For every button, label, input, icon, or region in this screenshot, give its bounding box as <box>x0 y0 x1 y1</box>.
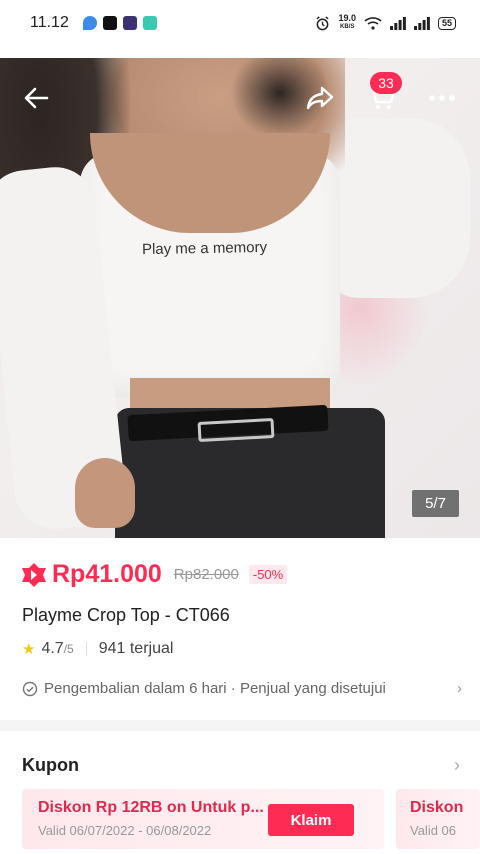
coupon-validity: Valid 06 <box>410 823 457 838</box>
sold-count: 941 terjual <box>98 640 174 657</box>
share-icon <box>306 86 334 110</box>
network-speed-value: 19.0 <box>338 13 356 23</box>
chevron-right-icon[interactable]: › <box>454 755 460 776</box>
rating-row[interactable]: ★ 4.7 /5 941 terjual <box>22 640 173 658</box>
more-options-button[interactable] <box>424 80 460 116</box>
chevron-right-icon: › <box>457 680 462 697</box>
status-time: 11.12 <box>30 14 69 31</box>
rating-scale: /5 <box>63 642 74 656</box>
divider <box>85 642 87 656</box>
cart-count-badge: 33 <box>370 72 402 94</box>
alarm-icon <box>316 15 330 30</box>
discount-badge: -50% <box>248 565 288 584</box>
notification-icons <box>82 16 157 30</box>
image-page-indicator: 5/7 <box>412 490 459 517</box>
back-button[interactable] <box>18 80 54 116</box>
system-indicators: 19.0 KB/S 55 <box>315 14 456 32</box>
arrow-left-icon <box>24 87 49 109</box>
network-speed: 19.0 KB/S <box>338 14 356 32</box>
product-title: Playme Crop Top - CT066 <box>22 605 230 625</box>
app-notification-icon-2 <box>122 16 137 30</box>
check-circle-icon <box>22 681 38 696</box>
more-dots-icon <box>429 95 455 101</box>
model-hand <box>75 458 135 528</box>
wifi-icon <box>364 17 382 30</box>
coupon-heading: Kupon <box>22 755 79 775</box>
youtube-icon <box>102 16 117 30</box>
signal-icon <box>389 16 406 30</box>
app-notification-icon <box>82 16 97 30</box>
chat-app-icon <box>142 16 157 30</box>
star-icon: ★ <box>22 641 36 658</box>
flash-sale-icon <box>22 562 46 587</box>
sale-price: Rp41.000 <box>52 560 162 588</box>
product-image-gallery[interactable]: Play me a memory 33 5/7 <box>0 58 480 538</box>
signal-icon-2 <box>413 16 430 30</box>
shirt-print-text: Play me a memory <box>141 238 268 259</box>
battery-indicator: 55 <box>437 16 456 30</box>
coupon-title: Diskon <box>410 799 464 816</box>
price-row: Rp41.000 Rp82.000 -50% <box>20 560 288 589</box>
policy-text: Pengembalian dalam 6 hari · Penjual yang… <box>44 680 386 697</box>
status-bar: 11.12 19.0 KB/S 55 <box>0 0 480 58</box>
original-price: Rp82.000 <box>173 566 239 583</box>
coupon-card-next[interactable]: Diskon Valid 06 <box>396 789 480 849</box>
return-policy-row[interactable]: Pengembalian dalam 6 hari · Penjual yang… <box>22 680 462 697</box>
coupon-card[interactable]: Diskon Rp 12RB on Untuk p... Valid 06/07… <box>22 789 384 849</box>
network-speed-unit: KB/S <box>340 24 355 30</box>
product-info: Rp41.000 Rp82.000 -50% Playme Crop Top -… <box>0 538 480 720</box>
claim-button[interactable]: Klaim <box>268 804 354 836</box>
belt-buckle <box>197 418 275 442</box>
share-button[interactable] <box>302 80 338 116</box>
rating-value: 4.7 <box>41 640 64 657</box>
coupon-section: Kupon › Diskon Rp 12RB on Untuk p... Val… <box>0 731 480 854</box>
